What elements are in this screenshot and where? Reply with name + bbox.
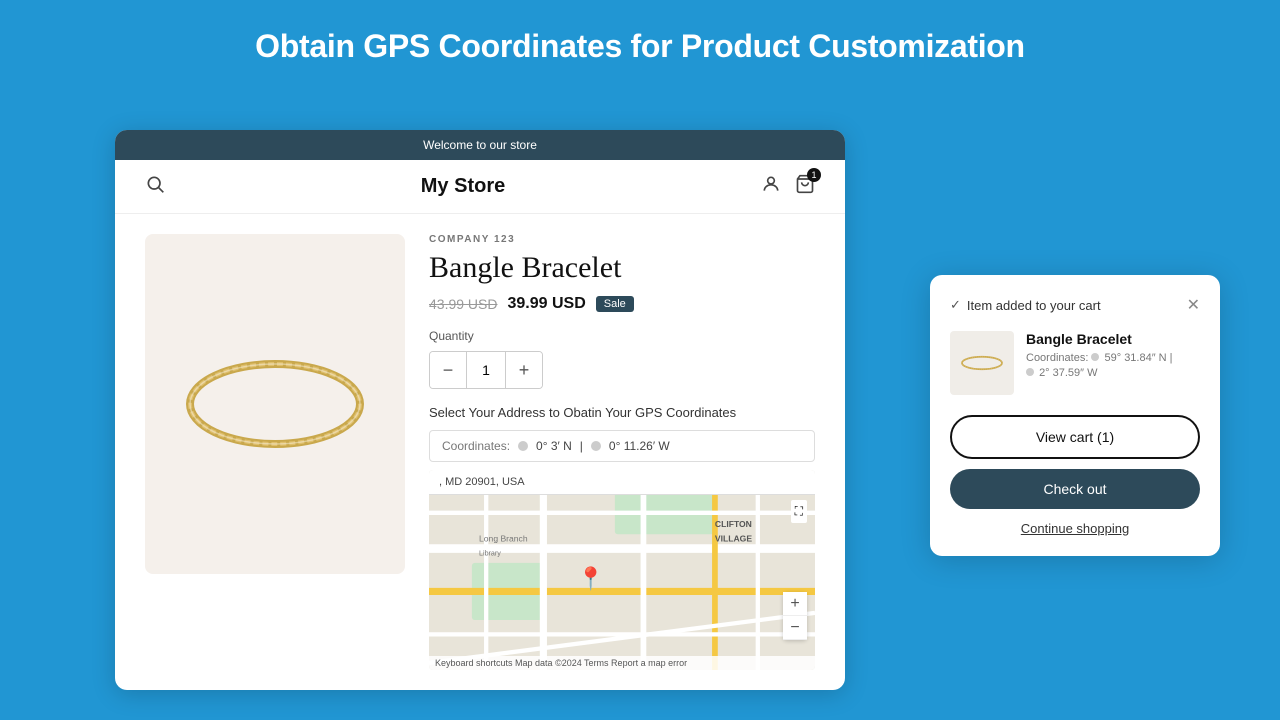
coord-dot-lat — [518, 441, 528, 451]
checkout-button[interactable]: Check out — [950, 469, 1200, 509]
quantity-decrease[interactable]: − — [430, 352, 466, 388]
account-icon[interactable] — [761, 174, 781, 199]
coord-lng: 0° 11.26′ W — [609, 439, 670, 453]
coord-dot-lng — [591, 441, 601, 451]
pipe: | — [580, 439, 583, 453]
cart-item-coords: Coordinates: 59° 31.84″ N | 2° 37.59″ W — [1026, 351, 1200, 382]
quantity-input[interactable] — [466, 352, 506, 388]
svg-text:CLIFTON: CLIFTON — [715, 519, 752, 529]
topbar-text: Welcome to our store — [423, 138, 537, 152]
cart-coord-lng: 2° 37.59″ W — [1039, 367, 1097, 379]
store-logo: My Store — [421, 175, 505, 198]
store-window: Welcome to our store My Store — [115, 130, 845, 690]
map-container[interactable]: , MD 20901, USA — [429, 470, 815, 670]
cart-item-image — [950, 331, 1014, 395]
store-header: My Store 1 — [115, 160, 845, 214]
coordinates-bar: Coordinates: 0° 3′ N | 0° 11.26′ W — [429, 430, 815, 462]
quantity-increase[interactable]: + — [506, 352, 542, 388]
header-icons: 1 — [761, 174, 815, 199]
svg-text:Library: Library — [479, 550, 501, 558]
company-name: COMPANY 123 — [429, 234, 815, 245]
cart-popup-header: ✓ Item added to your cart ✕ — [950, 295, 1200, 315]
cart-added-text: ✓ Item added to your cart — [950, 297, 1101, 313]
page-title: Obtain GPS Coordinates for Product Custo… — [255, 28, 1025, 65]
cart-coords-label: Coordinates: — [1026, 352, 1088, 364]
search-icon[interactable] — [145, 174, 165, 199]
product-title: Bangle Bracelet — [429, 251, 815, 285]
cart-badge: 1 — [807, 168, 821, 182]
continue-shopping-button[interactable]: Continue shopping — [950, 521, 1200, 536]
cart-coord-dot-lng — [1026, 368, 1034, 376]
map-expand-button[interactable]: ⛶ — [791, 500, 807, 523]
cart-item-name: Bangle Bracelet — [1026, 331, 1200, 347]
coord-label: Coordinates: — [442, 439, 510, 453]
checkmark-icon: ✓ — [950, 297, 961, 313]
product-details: COMPANY 123 Bangle Bracelet 43.99 USD 39… — [429, 234, 815, 670]
view-cart-button[interactable]: View cart (1) — [950, 415, 1200, 459]
zoom-in-button[interactable]: + — [783, 592, 807, 616]
cart-icon[interactable]: 1 — [795, 174, 815, 199]
coord-lat: 0° 3′ N — [536, 439, 572, 453]
svg-text:VILLAGE: VILLAGE — [715, 533, 752, 543]
map-footer: Keyboard shortcuts Map data ©2024 Terms … — [429, 656, 815, 670]
zoom-out-button[interactable]: − — [783, 616, 807, 640]
store-content: COMPANY 123 Bangle Bracelet 43.99 USD 39… — [115, 214, 845, 690]
map-background: Long Branch Library Local Park CLIFTON V… — [429, 470, 815, 670]
map-zoom-controls: + − — [783, 592, 807, 640]
price-row: 43.99 USD 39.99 USD Sale — [429, 295, 815, 313]
map-pin: 📍 — [577, 566, 604, 592]
sale-price: 39.99 USD — [507, 295, 585, 313]
product-image — [145, 234, 405, 574]
quantity-label: Quantity — [429, 329, 815, 343]
store-topbar: Welcome to our store — [115, 130, 845, 160]
cart-coord-dot-lat — [1091, 353, 1099, 361]
map-address-bar: , MD 20901, USA — [429, 470, 815, 495]
close-popup-button[interactable]: ✕ — [1187, 295, 1200, 315]
item-added-label: Item added to your cart — [967, 298, 1101, 313]
coordinates-section-label: Select Your Address to Obatin Your GPS C… — [429, 405, 815, 420]
cart-coord-lat: 59° 31.84″ N | — [1105, 352, 1173, 364]
cart-item-details: Bangle Bracelet Coordinates: 59° 31.84″ … — [1026, 331, 1200, 395]
sale-badge: Sale — [596, 296, 634, 312]
original-price: 43.99 USD — [429, 296, 497, 312]
svg-text:Long Branch: Long Branch — [479, 533, 528, 543]
cart-popup: ✓ Item added to your cart ✕ Bangle Brace… — [930, 275, 1220, 556]
cart-item: Bangle Bracelet Coordinates: 59° 31.84″ … — [950, 331, 1200, 395]
quantity-control: − + — [429, 351, 543, 389]
